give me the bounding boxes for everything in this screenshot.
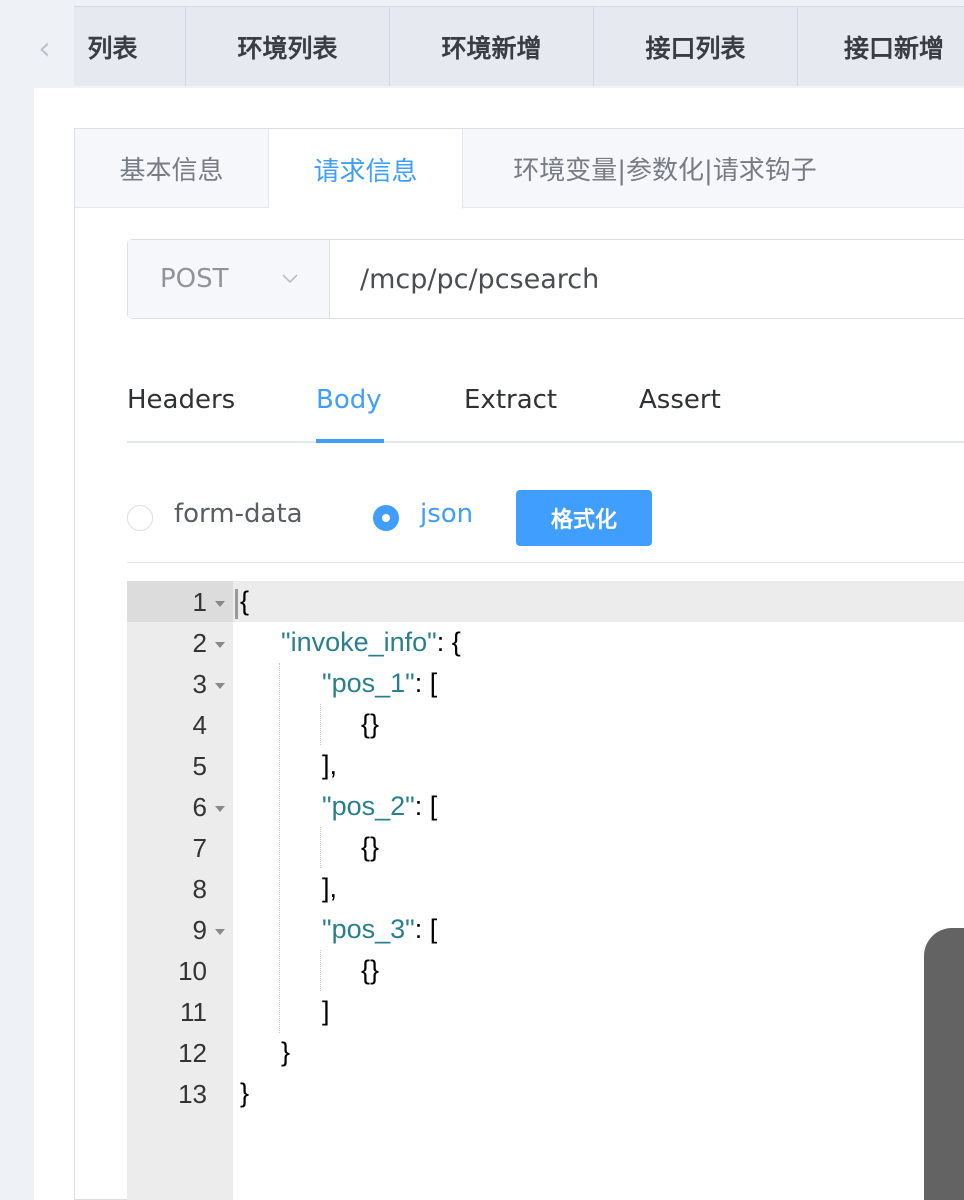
top-tab-api-add[interactable]: 接口新增 [798, 6, 964, 86]
json-punct: : [ [414, 668, 438, 698]
tab-label: 接口新增 [843, 33, 944, 63]
top-tab-env-add[interactable]: 环境新增 [390, 6, 594, 86]
code-line: } [281, 1037, 291, 1067]
json-key: "pos_3" [322, 914, 415, 944]
card-tabs: 基本信息 请求信息 环境变量|参数化|请求钩子 [75, 129, 964, 209]
line-number: 9 [192, 915, 207, 945]
scrollbar-thumb[interactable] [924, 928, 964, 1200]
code-line: {} [361, 709, 380, 739]
indent-guide [320, 704, 321, 745]
tab-label: 列表 [87, 33, 138, 63]
code-line: {} [361, 832, 380, 862]
code-line: ], [322, 873, 338, 903]
tab-assert[interactable]: Assert [639, 385, 721, 415]
code-line: "pos_2": [ [322, 791, 437, 822]
json-label[interactable]: json [420, 499, 473, 529]
top-tab-bar: ‹ 列表 环境列表 环境新增 接口列表 接口新增 [0, 0, 964, 88]
url-value: /mcp/pc/pcsearch [360, 263, 600, 295]
request-inner-tabs: Headers Body Extract Assert [127, 379, 964, 443]
code-line: { [240, 586, 250, 616]
tab-label: 请求信息 [313, 156, 418, 187]
code-line: {} [361, 955, 380, 985]
tab-label: 环境列表 [237, 33, 338, 63]
indent-guide [279, 663, 280, 1033]
line-number: 11 [180, 997, 207, 1027]
json-key: "pos_2" [322, 791, 415, 821]
form-data-label[interactable]: form-data [174, 499, 303, 529]
fold-arrow-icon[interactable] [215, 806, 225, 812]
tab-body[interactable]: Body [316, 385, 382, 415]
tab-label: 接口列表 [645, 33, 746, 63]
tab-label: 环境变量|参数化|请求钩子 [513, 156, 817, 186]
chevron-left-icon[interactable]: ‹ [38, 28, 68, 68]
json-punct: : { [436, 627, 461, 657]
tab-label: 基本信息 [119, 156, 224, 186]
code-line: ], [322, 750, 338, 780]
fold-arrow-icon[interactable] [215, 683, 225, 689]
form-data-radio[interactable] [127, 505, 153, 531]
fold-arrow-icon[interactable] [215, 642, 225, 648]
indent-guide [320, 827, 321, 868]
tab-extract[interactable]: Extract [464, 385, 557, 415]
tab-label: 环境新增 [441, 33, 542, 63]
active-line-highlight [233, 581, 964, 622]
json-punct: : [ [414, 791, 438, 821]
code-line: "invoke_info": { [281, 627, 461, 658]
code-line: "pos_3": [ [322, 914, 437, 945]
line-number: 6 [192, 792, 207, 822]
code-line: } [240, 1078, 250, 1108]
text-cursor [235, 589, 238, 619]
top-tabs: 列表 环境列表 环境新增 接口列表 接口新增 [74, 6, 964, 86]
line-number: 4 [192, 710, 207, 740]
indent-guide [320, 950, 321, 991]
active-tab-indicator [316, 439, 384, 443]
url-input[interactable]: /mcp/pc/pcsearch [330, 240, 964, 318]
tab-request-info[interactable]: 请求信息 [269, 129, 463, 209]
line-number: 1 [192, 587, 207, 617]
code-line: ] [322, 996, 330, 1026]
method-select[interactable]: POST [128, 240, 330, 318]
chevron-down-icon [282, 274, 298, 284]
line-number: 8 [192, 874, 207, 904]
fold-arrow-icon[interactable] [215, 601, 225, 607]
top-tab-env-list[interactable]: 环境列表 [186, 6, 390, 86]
line-number: 7 [192, 833, 207, 863]
json-radio[interactable] [373, 505, 399, 531]
fold-arrow-icon[interactable] [215, 929, 225, 935]
line-number: 3 [192, 669, 207, 699]
json-code-editor[interactable]: 1 2 3 4 5 6 7 8 9 10 11 12 13 { "invoke_… [127, 581, 964, 1200]
format-button[interactable]: 格式化 [516, 490, 652, 546]
api-form-card: 基本信息 请求信息 环境变量|参数化|请求钩子 POST /mcp/pc/pcs… [74, 128, 964, 1200]
json-key: "invoke_info" [281, 627, 437, 657]
tab-headers[interactable]: Headers [127, 385, 235, 415]
json-key: "pos_1" [322, 668, 415, 698]
top-tab-api-list[interactable]: 接口列表 [594, 6, 798, 86]
line-number: 10 [178, 956, 207, 986]
method-value: POST [160, 264, 229, 294]
tab-basic-info[interactable]: 基本信息 [75, 129, 269, 208]
tab-env-params-hooks[interactable]: 环境变量|参数化|请求钩子 [463, 129, 867, 208]
request-line: POST /mcp/pc/pcsearch [127, 239, 964, 319]
line-number: 5 [192, 751, 207, 781]
line-number: 12 [178, 1038, 207, 1068]
line-number: 13 [178, 1079, 207, 1109]
body-type-row: form-data json 格式化 [127, 489, 964, 563]
line-number: 2 [192, 628, 207, 658]
top-tab-list[interactable]: 列表 [74, 6, 186, 86]
code-line: "pos_1": [ [322, 668, 437, 699]
json-punct: : [ [414, 914, 438, 944]
